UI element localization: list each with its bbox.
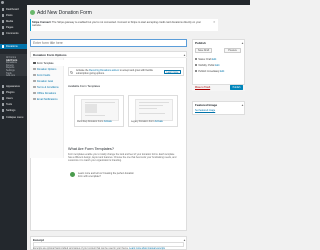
activate-link[interactable]: Activate xyxy=(155,121,163,123)
lightbulb-icon xyxy=(70,172,75,177)
excerpt-help-link[interactable]: Learn more about manual excerpts xyxy=(129,248,165,250)
notice-message[interactable]: The Stripe gateway is enabled but you're… xyxy=(32,21,201,27)
pages-icon xyxy=(2,26,5,29)
status-text: Status: Draft xyxy=(198,58,212,61)
sidebar-item-users[interactable]: Users xyxy=(0,96,27,101)
sidebar-item-settings[interactable]: Settings xyxy=(0,108,27,113)
admin-sidebar xyxy=(0,5,27,250)
collapse-toggle-icon[interactable]: ▲ xyxy=(241,41,244,45)
collapse-toggle-icon[interactable]: ▲ xyxy=(241,103,244,107)
posts-icon xyxy=(2,14,5,17)
users-icon xyxy=(2,97,5,100)
template-thumbnail xyxy=(135,99,173,121)
page-title: Add New Donation Form xyxy=(37,10,92,17)
move-to-trash-link[interactable]: Move to Trash xyxy=(195,86,210,89)
calendar-icon xyxy=(195,70,198,73)
plugins-icon xyxy=(2,91,5,94)
thumb-line xyxy=(139,102,169,104)
email-icon xyxy=(33,97,36,101)
templates-heading: Available Form Templates xyxy=(68,84,101,88)
template-card-multi-step[interactable]: Multi-Step Donation Form Activate xyxy=(74,95,124,127)
close-icon[interactable]: ✕ xyxy=(213,20,216,24)
tools-icon xyxy=(2,103,5,106)
terms-icon xyxy=(33,85,36,89)
activate-link[interactable]: Activate xyxy=(104,121,112,123)
donation-options-icon xyxy=(33,67,36,71)
donations-icon xyxy=(2,45,5,48)
sidebar-item-pages[interactable]: Pages xyxy=(0,25,27,30)
edit-visibility-link[interactable]: Edit xyxy=(215,64,219,67)
edit-schedule-link[interactable]: Edit xyxy=(220,70,224,73)
recurring-icon: ↻ xyxy=(70,69,74,75)
preview-button[interactable]: Preview xyxy=(224,48,241,53)
eye-icon xyxy=(195,64,198,67)
thumb-line xyxy=(139,113,165,115)
collapse-toggle-icon[interactable]: ▲ xyxy=(183,238,186,242)
wordpress-logo-icon[interactable] xyxy=(1,0,5,5)
stripe-notice-text: Stripe Connect: The Stripe gateway is en… xyxy=(32,21,210,28)
sidebar-item-tools[interactable]: Tools xyxy=(0,102,27,107)
save-draft-button[interactable]: Save Draft xyxy=(195,48,212,53)
pin-icon xyxy=(195,58,198,61)
excerpt-help-text: Excerpts are optional hand-crafted summa… xyxy=(33,247,129,250)
template-thumbnail xyxy=(81,99,119,121)
excerpt-textarea[interactable] xyxy=(33,242,184,247)
settings-icon xyxy=(2,109,5,112)
visibility-text: Visibility: Public xyxy=(198,64,215,67)
publish-button[interactable]: Publish xyxy=(230,85,243,90)
give-logo-icon xyxy=(30,10,35,15)
status-row: Status: Draft Edit xyxy=(195,58,216,61)
sidebar-item-plugins[interactable]: Plugins xyxy=(0,90,27,95)
media-icon xyxy=(2,20,5,23)
sidebar-item-comments[interactable]: Comments xyxy=(0,31,27,36)
set-featured-image-link[interactable]: Set featured image xyxy=(195,109,215,112)
sidebar-collapse[interactable]: Collapse menu xyxy=(0,115,27,120)
learn-more-button[interactable]: Learn more xyxy=(164,69,181,74)
thumb-line xyxy=(139,105,163,107)
thumb-line xyxy=(85,115,105,117)
sidebar-item-donations[interactable]: Donations xyxy=(0,44,27,49)
thumb-block xyxy=(85,104,97,113)
dashboard-icon xyxy=(2,8,5,11)
admin-bar xyxy=(0,0,250,5)
template-title: Legacy Donation Form xyxy=(131,121,155,123)
appearance-icon xyxy=(2,85,5,88)
goal-icon xyxy=(33,79,36,83)
sidebar-item-posts[interactable]: Posts xyxy=(0,13,27,18)
what-are-templates-text: Form templates enable you to totally cha… xyxy=(68,153,177,163)
visibility-row: Visibility: Public Edit xyxy=(195,64,219,67)
recurring-notice-text: Activate the Recurring Donations add-on … xyxy=(76,69,156,75)
sidebar-item-media[interactable]: Media xyxy=(0,19,27,24)
form-fields-icon xyxy=(33,73,36,77)
learn-more-text[interactable]: Learn more and tell us! Creating the per… xyxy=(78,172,138,178)
template-name: Multi-Step Donation Form Activate xyxy=(77,121,121,123)
submenu-item-add-ons[interactable]: Add-ons xyxy=(6,74,15,77)
form-title-input[interactable] xyxy=(30,39,187,47)
thumb-line xyxy=(139,108,157,110)
publish-title: Publish xyxy=(195,41,206,45)
template-card-legacy[interactable]: Legacy Donation Form Activate xyxy=(128,95,178,127)
thumb-line xyxy=(85,101,115,103)
schedule-row: Publish immediately Edit xyxy=(195,70,224,73)
sidebar-item-appearance[interactable]: Appearance xyxy=(0,84,27,89)
comments-icon xyxy=(2,32,5,35)
tab-email-notifications[interactable]: Email Notifications xyxy=(30,96,64,102)
sidebar-item-dashboard[interactable]: Dashboard xyxy=(0,7,27,12)
template-icon xyxy=(33,61,36,65)
form-options-title: Donation Form Options xyxy=(33,53,67,57)
what-are-templates-heading: What Are Form Templates? xyxy=(68,147,114,151)
offline-icon xyxy=(33,91,36,95)
collapse-icon xyxy=(2,116,5,119)
edit-status-link[interactable]: Edit xyxy=(212,58,216,61)
excerpt-help: Excerpts are optional hand-crafted summa… xyxy=(33,248,184,250)
template-title: Multi-Step Donation Form xyxy=(77,121,104,123)
featured-image-title: Featured Image xyxy=(195,103,218,107)
template-name: Legacy Donation Form Activate xyxy=(131,121,175,123)
collapse-toggle-icon[interactable]: ▲ xyxy=(183,53,186,57)
schedule-text: Publish immediately xyxy=(198,70,220,73)
